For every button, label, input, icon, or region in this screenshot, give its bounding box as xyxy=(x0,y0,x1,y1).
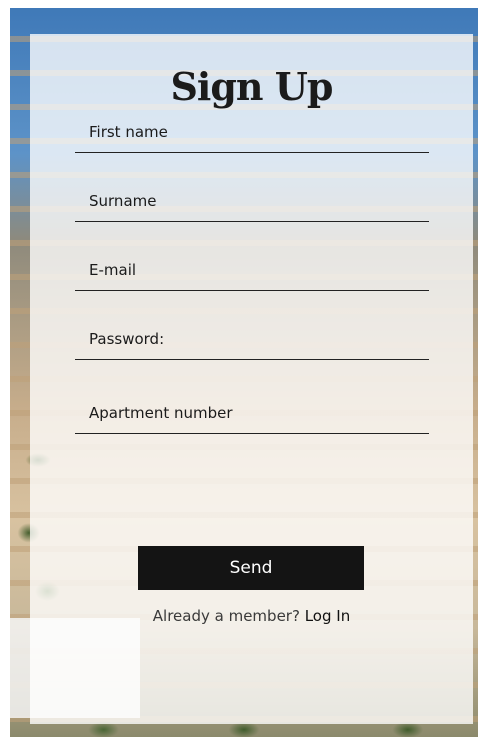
apartment-number-field xyxy=(75,393,429,434)
login-prompt: Already a member? Log In xyxy=(30,607,473,625)
password-input[interactable] xyxy=(75,319,429,359)
login-link[interactable]: Log In xyxy=(305,607,351,625)
email-input[interactable] xyxy=(75,250,429,290)
apartment-number-input[interactable] xyxy=(75,393,429,433)
password-field xyxy=(75,319,429,360)
first-name-field xyxy=(75,112,429,153)
surname-field xyxy=(75,181,429,222)
signup-form: Sign Up Send Already a member? Log In xyxy=(30,34,473,724)
member-prompt-text: Already a member? xyxy=(152,607,300,625)
first-name-input[interactable] xyxy=(75,112,429,152)
send-button[interactable]: Send xyxy=(138,546,364,590)
email-field xyxy=(75,250,429,291)
form-title: Sign Up xyxy=(170,64,333,109)
surname-input[interactable] xyxy=(75,181,429,221)
